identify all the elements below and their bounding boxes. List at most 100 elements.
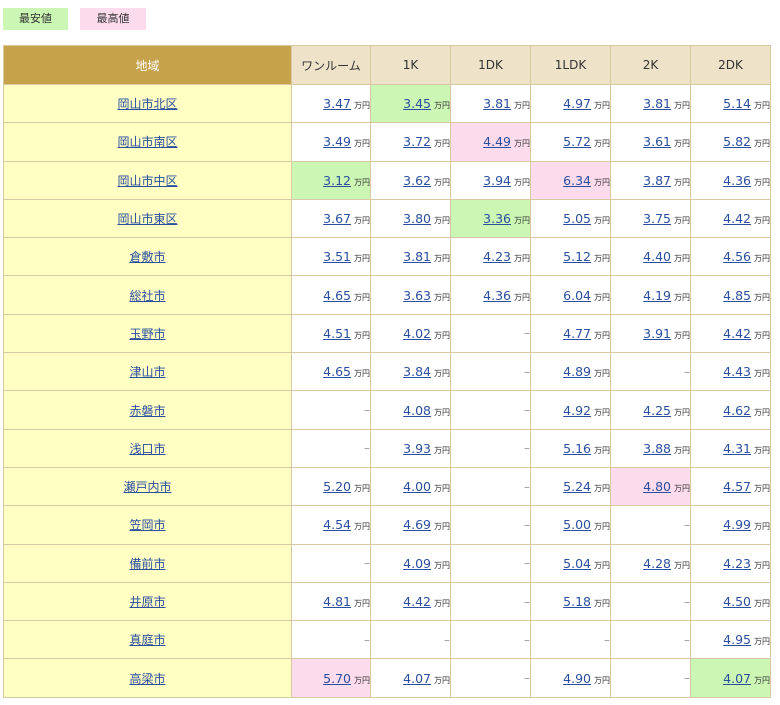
price-link[interactable]: 3.81 [643,96,671,111]
price-link[interactable]: 3.63 [403,288,431,303]
region-link[interactable]: 笠岡市 [129,518,165,532]
region-link[interactable]: 岡山市北区 [117,97,177,111]
price-link[interactable]: 5.16 [563,441,591,456]
price-link[interactable]: 4.28 [643,556,671,571]
price-link[interactable]: 3.93 [403,441,431,456]
price-unit: 万円 [354,292,370,302]
price-link[interactable]: 3.49 [323,134,351,149]
price-link[interactable]: 4.23 [723,556,751,571]
region-link[interactable]: 倉敷市 [129,250,165,264]
price-link[interactable]: 3.36 [483,211,511,226]
price-link[interactable]: 5.24 [563,479,591,494]
price-link[interactable]: 5.70 [323,671,351,686]
price-cell: – [530,620,611,660]
price-link[interactable]: 4.89 [563,364,591,379]
region-link[interactable]: 井原市 [129,595,165,609]
price-link[interactable]: 4.54 [323,517,351,532]
price-link[interactable]: 3.12 [323,173,351,188]
region-link[interactable]: 総社市 [129,289,165,303]
price-cell: – [450,543,531,583]
price-link[interactable]: 3.81 [403,249,431,264]
rent-table: 地域 ワンルーム 1K 1DK 1LDK 2K 2DK 岡山市北区 3.47 万円 3.45 万円 3… [3,45,771,698]
price-unit: 万円 [514,101,530,111]
price-link[interactable]: 4.80 [643,479,671,494]
price-link[interactable]: 6.34 [563,173,591,188]
price-link[interactable]: 4.07 [723,671,751,686]
price-link[interactable]: 4.19 [643,288,671,303]
price-link[interactable]: 3.62 [403,173,431,188]
price-link[interactable]: 4.95 [723,632,751,647]
price-link[interactable]: 3.91 [643,326,671,341]
region-link[interactable]: 玉野市 [129,327,165,341]
price-link[interactable]: 4.36 [483,288,511,303]
price-link[interactable]: 4.40 [643,249,671,264]
region-link[interactable]: 備前市 [129,557,165,571]
price-link[interactable]: 3.47 [323,96,351,111]
price-link[interactable]: 3.87 [643,173,671,188]
price-link[interactable]: 5.00 [563,517,591,532]
price-link[interactable]: 4.00 [403,479,431,494]
price-link[interactable]: 3.61 [643,134,671,149]
price-link[interactable]: 4.97 [563,96,591,111]
price-link[interactable]: 4.85 [723,288,751,303]
price-link[interactable]: 4.42 [723,211,751,226]
region-link[interactable]: 赤磐市 [129,404,165,418]
region-link[interactable]: 津山市 [129,365,165,379]
price-link[interactable]: 4.65 [323,288,351,303]
region-link[interactable]: 岡山市東区 [117,212,177,226]
price-link[interactable]: 4.02 [403,326,431,341]
price-link[interactable]: 4.92 [563,403,591,418]
price-unit: 万円 [674,407,690,417]
price-link[interactable]: 3.84 [403,364,431,379]
price-link[interactable]: 4.36 [723,173,751,188]
region-link[interactable]: 岡山市中区 [117,174,177,188]
price-link[interactable]: 3.75 [643,211,671,226]
price-cell: 4.19 万円 [610,275,691,315]
price-link[interactable]: 4.57 [723,479,751,494]
region-link[interactable]: 浅口市 [129,442,165,456]
price-link[interactable]: 4.50 [723,594,751,609]
price-link[interactable]: 3.45 [403,96,431,111]
price-link[interactable]: 3.81 [483,96,511,111]
price-link[interactable]: 4.42 [723,326,751,341]
region-link[interactable]: 岡山市南区 [117,135,177,149]
price-link[interactable]: 3.72 [403,134,431,149]
price-link[interactable]: 4.42 [403,594,431,609]
price-link[interactable]: 4.62 [723,403,751,418]
price-link[interactable]: 3.67 [323,211,351,226]
price-link[interactable]: 4.25 [643,403,671,418]
price-cell: 5.72 万円 [530,122,611,162]
price-link[interactable]: 6.04 [563,288,591,303]
price-link[interactable]: 4.07 [403,671,431,686]
price-link[interactable]: 5.12 [563,249,591,264]
price-link[interactable]: 5.18 [563,594,591,609]
region-link[interactable]: 真庭市 [129,633,165,647]
price-link[interactable]: 5.82 [723,134,751,149]
column-header-3: 1DK [450,45,531,85]
price-link[interactable]: 4.23 [483,249,511,264]
price-link[interactable]: 4.77 [563,326,591,341]
price-link[interactable]: 4.43 [723,364,751,379]
price-link[interactable]: 4.56 [723,249,751,264]
price-link[interactable]: 3.88 [643,441,671,456]
price-link[interactable]: 3.51 [323,249,351,264]
price-link[interactable]: 5.05 [563,211,591,226]
price-link[interactable]: 4.08 [403,403,431,418]
price-link[interactable]: 5.04 [563,556,591,571]
price-link[interactable]: 4.65 [323,364,351,379]
price-link[interactable]: 4.69 [403,517,431,532]
price-link[interactable]: 4.49 [483,134,511,149]
price-link[interactable]: 5.14 [723,96,751,111]
price-link[interactable]: 4.09 [403,556,431,571]
price-link[interactable]: 4.90 [563,671,591,686]
region-link[interactable]: 瀬戸内市 [123,480,171,494]
price-link[interactable]: 4.99 [723,517,751,532]
price-link[interactable]: 3.80 [403,211,431,226]
price-link[interactable]: 4.51 [323,326,351,341]
price-link[interactable]: 5.72 [563,134,591,149]
price-link[interactable]: 3.94 [483,173,511,188]
price-link[interactable]: 4.31 [723,441,751,456]
price-link[interactable]: 4.81 [323,594,351,609]
price-link[interactable]: 5.20 [323,479,351,494]
region-link[interactable]: 高梁市 [129,672,165,686]
